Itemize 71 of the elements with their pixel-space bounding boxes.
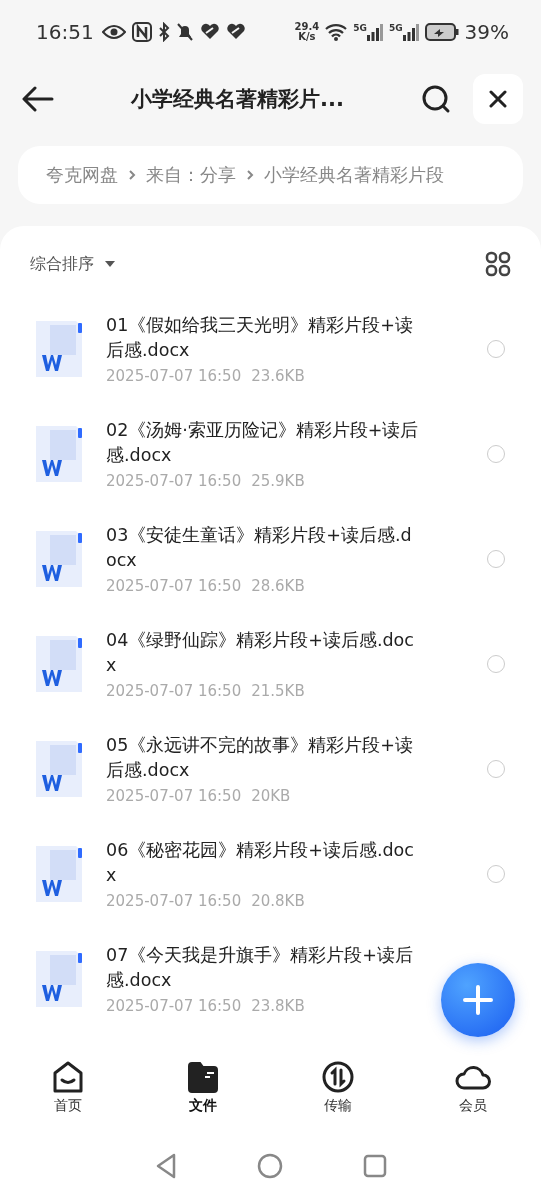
- file-size: 21.5KB: [251, 681, 305, 700]
- file-date: 2025-07-07 16:50: [106, 681, 242, 700]
- word-document-icon: [34, 633, 84, 694]
- nav-tab[interactable]: 文件: [135, 1060, 271, 1132]
- select-radio[interactable]: [487, 339, 505, 358]
- battery-charging-icon: [424, 23, 459, 41]
- select-radio[interactable]: [487, 444, 505, 463]
- search-button[interactable]: [421, 84, 451, 114]
- wifi-icon: [325, 23, 348, 41]
- breadcrumb-link[interactable]: 来自：分享: [146, 163, 236, 187]
- folder-title: 小学经典名著精彩片...: [130, 86, 345, 113]
- heart-link-icon: [225, 23, 246, 41]
- select-radio[interactable]: [487, 864, 505, 883]
- signal-icon: [402, 23, 419, 41]
- battery-level: 39%: [464, 20, 509, 44]
- file-name[interactable]: 07《今天我是升旗手》精彩片段+读后感.docx: [106, 942, 420, 993]
- file-size: 28.6KB: [251, 576, 305, 595]
- word-document-icon: [34, 948, 84, 1009]
- file-date: 2025-07-07 16:50: [106, 786, 242, 805]
- file-date: 2025-07-07 16:50: [106, 471, 242, 490]
- word-document-icon: [34, 318, 84, 379]
- file-size: 23.8KB: [251, 996, 305, 1015]
- system-back-button[interactable]: [154, 1153, 177, 1179]
- nav-tab[interactable]: 首页: [0, 1060, 136, 1132]
- heart-link-icon: [199, 23, 220, 41]
- network-type: 5G: [388, 23, 403, 33]
- transfer-icon: [321, 1060, 356, 1094]
- word-document-icon: [34, 528, 84, 589]
- breadcrumb-link[interactable]: 夸克网盘: [46, 163, 118, 187]
- select-radio[interactable]: [487, 549, 505, 568]
- file-name[interactable]: 03《安徒生童话》精彩片段+读后感.docx: [106, 522, 420, 573]
- network-speed: 29.4 K/s: [294, 22, 320, 42]
- system-home-button[interactable]: [256, 1153, 283, 1179]
- signal-icon: [366, 23, 383, 41]
- file-size: 20.8KB: [251, 891, 305, 910]
- clock-time: 16:51: [36, 20, 94, 44]
- word-document-icon: [34, 843, 84, 904]
- eye-icon: [101, 24, 126, 40]
- network-type: 5G: [353, 23, 367, 33]
- select-radio[interactable]: [487, 759, 505, 778]
- sort-dropdown[interactable]: 综合排序: [30, 253, 116, 275]
- select-radio[interactable]: [487, 654, 505, 673]
- back-button[interactable]: [22, 86, 54, 112]
- caret-down-icon: [104, 260, 116, 268]
- file-size: 20KB: [251, 786, 291, 805]
- file-date: 2025-07-07 16:50: [106, 366, 242, 385]
- nav-tab[interactable]: 会员: [405, 1060, 541, 1132]
- chevron-right-icon: [128, 169, 136, 181]
- bell-muted-icon: [175, 22, 194, 42]
- file-name[interactable]: 01《假如给我三天光明》精彩片段+读后感.docx: [106, 312, 420, 363]
- grid-view-button[interactable]: [485, 251, 511, 277]
- word-document-icon: [34, 738, 84, 799]
- nav-tab[interactable]: 传输: [270, 1060, 406, 1132]
- close-icon: [489, 90, 507, 108]
- system-recents-button[interactable]: [362, 1154, 387, 1178]
- plus-icon: [462, 984, 494, 1016]
- breadcrumb-link[interactable]: 小学经典名著精彩片段: [264, 163, 444, 187]
- file-size: 23.6KB: [251, 366, 305, 385]
- word-document-icon: [34, 423, 84, 484]
- close-button[interactable]: [473, 74, 523, 124]
- file-date: 2025-07-07 16:50: [106, 891, 242, 910]
- file-name[interactable]: 05《永远讲不完的故事》精彩片段+读后感.docx: [106, 732, 420, 783]
- file-date: 2025-07-07 16:50: [106, 996, 242, 1015]
- bluetooth-icon: [157, 22, 170, 42]
- file-size: 25.9KB: [251, 471, 305, 490]
- file-name[interactable]: 02《汤姆·索亚历险记》精彩片段+读后感.docx: [106, 417, 420, 468]
- file-name[interactable]: 06《秘密花园》精彩片段+读后感.docx: [106, 837, 420, 888]
- file-name[interactable]: 04《绿野仙踪》精彩片段+读后感.docx: [106, 627, 420, 678]
- nfc-icon: [131, 22, 152, 42]
- chevron-right-icon: [246, 169, 254, 181]
- file-date: 2025-07-07 16:50: [106, 576, 242, 595]
